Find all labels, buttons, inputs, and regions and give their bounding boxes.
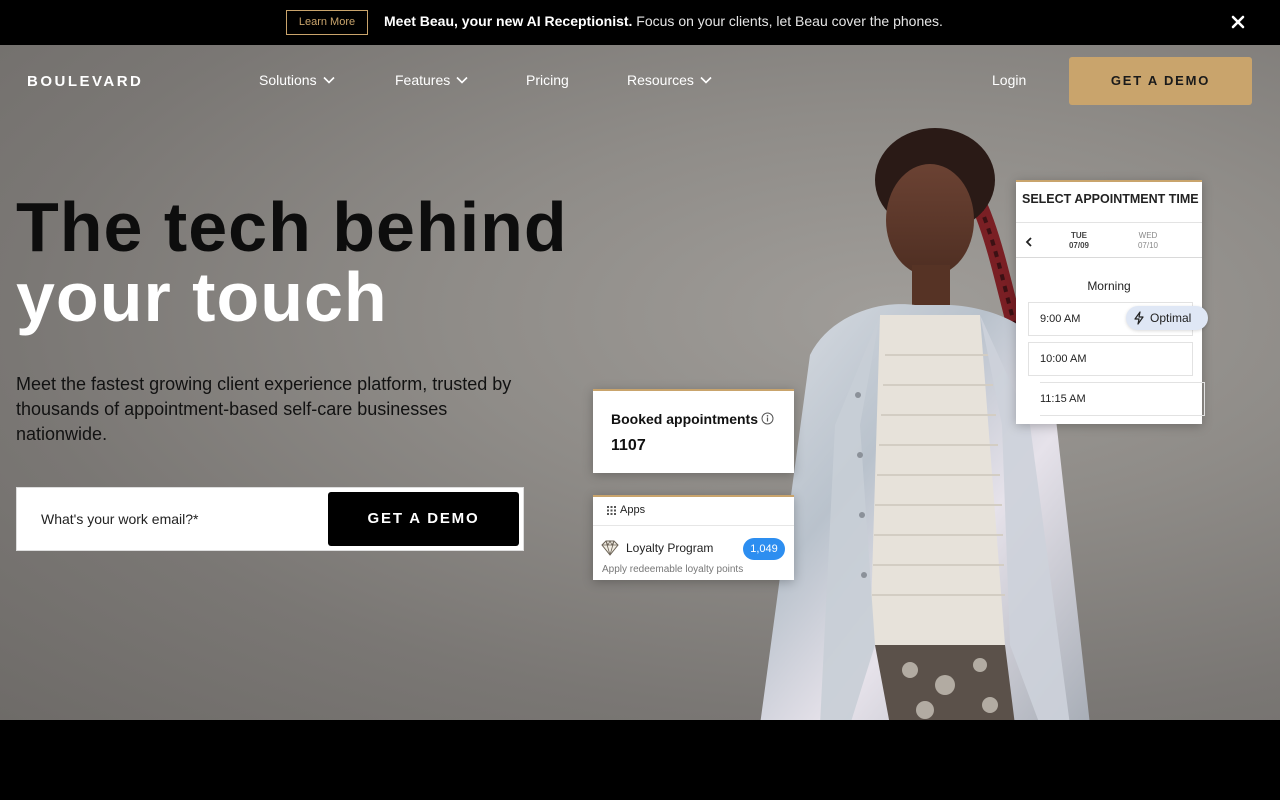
- booked-appointments-value: 1107: [611, 437, 646, 454]
- get-demo-nav-button[interactable]: GET A DEMO: [1069, 57, 1252, 105]
- chevron-left-icon[interactable]: [1024, 236, 1034, 248]
- bolt-icon: [1134, 311, 1144, 325]
- divider: [1016, 257, 1202, 258]
- hero-section: BOULEVARD Solutions Features Pricing Res…: [0, 45, 1280, 720]
- loyalty-count-badge: 1,049: [743, 538, 785, 560]
- logo[interactable]: BOULEVARD: [27, 73, 143, 90]
- nav-features-label: Features: [395, 72, 451, 88]
- hero-title: The tech behind your touch: [16, 192, 568, 332]
- info-icon: [761, 412, 774, 425]
- time-slot[interactable]: 10:00 AM: [1028, 342, 1193, 376]
- day-name: WED: [1138, 231, 1158, 240]
- work-email-input[interactable]: [31, 488, 321, 550]
- grid-icon: [607, 506, 616, 515]
- get-demo-submit-button[interactable]: GET A DEMO: [328, 492, 519, 546]
- chevron-down-icon: [456, 76, 468, 84]
- time-slot[interactable]: 11:15 AM: [1040, 382, 1205, 416]
- optimal-label: Optimal: [1150, 311, 1192, 325]
- divider: [593, 525, 794, 526]
- loyalty-program-label: Loyalty Program: [626, 541, 714, 555]
- announcement-bar: Learn More Meet Beau, your new AI Recept…: [0, 0, 1280, 45]
- day-date: 07/09: [1068, 241, 1090, 250]
- nav-resources-label: Resources: [627, 72, 694, 88]
- appointment-time-card: SELECT APPOINTMENT TIME TUE 07/09 WED 07…: [1016, 180, 1205, 424]
- optimal-badge: Optimal: [1126, 306, 1208, 330]
- page-footer-strip: [0, 720, 1280, 800]
- hero-title-line1: The tech behind: [16, 188, 568, 266]
- close-icon[interactable]: [1229, 13, 1247, 31]
- nav-pricing-label: Pricing: [526, 72, 569, 88]
- learn-more-button[interactable]: Learn More: [286, 10, 368, 35]
- announcement-message: Focus on your clients, let Beau cover th…: [632, 13, 943, 29]
- day-date: 07/10: [1137, 241, 1159, 250]
- login-link[interactable]: Login: [992, 72, 1026, 88]
- hero-title-line2: your touch: [16, 258, 388, 336]
- nav-solutions-label: Solutions: [259, 72, 317, 88]
- nav-pricing[interactable]: Pricing: [526, 72, 569, 88]
- demo-signup-form: GET A DEMO: [16, 487, 524, 551]
- appointment-time-title: SELECT APPOINTMENT TIME: [1022, 192, 1199, 206]
- day-wednesday[interactable]: WED 07/10: [1123, 231, 1173, 251]
- chevron-down-icon: [700, 76, 712, 84]
- apps-card: Apps Loyalty Program 1,049 Apply redeema…: [593, 495, 794, 580]
- chevron-down-icon: [323, 76, 335, 84]
- apps-heading: Apps: [620, 504, 646, 516]
- gem-icon: [601, 540, 619, 556]
- announcement-headline: Meet Beau, your new AI Receptionist.: [384, 13, 633, 29]
- nav-solutions[interactable]: Solutions: [259, 72, 335, 88]
- day-name: TUE: [1071, 231, 1087, 240]
- hero-subtitle: Meet the fastest growing client experien…: [16, 374, 512, 444]
- day-tuesday[interactable]: TUE 07/09: [1054, 231, 1104, 251]
- booked-appointments-card: Booked appointments 1107: [593, 389, 794, 473]
- announcement-text: Meet Beau, your new AI Receptionist. Foc…: [384, 13, 943, 29]
- nav-resources[interactable]: Resources: [627, 72, 712, 88]
- booked-appointments-title: Booked appointments: [611, 411, 759, 427]
- nav-features[interactable]: Features: [395, 72, 468, 88]
- divider: [1016, 222, 1202, 223]
- time-period-label: Morning: [1087, 279, 1131, 293]
- loyalty-program-description: Apply redeemable loyalty points: [602, 564, 744, 575]
